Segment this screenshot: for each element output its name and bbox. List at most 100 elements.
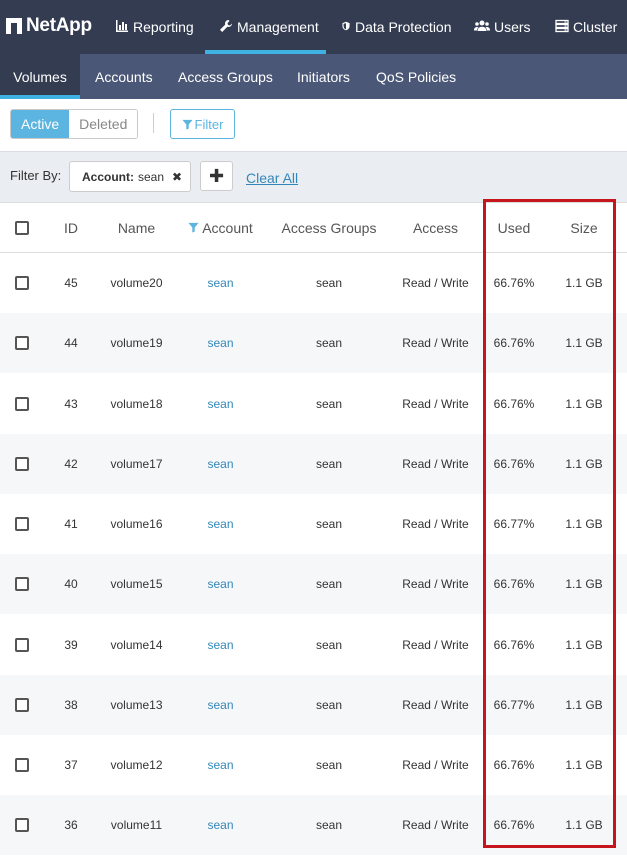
access-groups-value: sean [315, 336, 343, 350]
row-checkbox[interactable] [15, 758, 29, 772]
volume-name: volume19 [110, 336, 163, 350]
sub-nav-access-groups[interactable]: Access Groups [178, 54, 273, 99]
top-nav-data-protection[interactable]: Data Protection [341, 0, 452, 54]
column-header-access[interactable]: Access [392, 203, 479, 252]
volume-name: volume20 [110, 276, 163, 290]
table-row[interactable]: 37 volume12 sean sean Read / Write 66.76… [0, 735, 627, 795]
column-header-access-groups[interactable]: Access Groups [266, 203, 392, 252]
access-groups-value: sean [315, 276, 343, 290]
account-link[interactable]: sean [175, 253, 266, 313]
table-row[interactable]: 41 volume16 sean sean Read / Write 66.77… [0, 494, 627, 554]
row-select-cell [0, 494, 44, 554]
row-checkbox[interactable] [15, 276, 29, 290]
account-link[interactable]: sean [175, 735, 266, 795]
active-button[interactable]: Active [11, 110, 70, 138]
account-link[interactable]: sean [175, 615, 266, 675]
top-nav-users[interactable]: Users [474, 0, 531, 54]
column-header-label: ID [64, 219, 78, 236]
volume-id: 36 [64, 818, 78, 832]
table-row[interactable]: 42 volume17 sean sean Read / Write 66.76… [0, 434, 627, 494]
table-row[interactable]: 38 volume13 sean sean Read / Write 66.77… [0, 675, 627, 735]
add-filter-button[interactable]: ✚ [200, 161, 233, 191]
top-nav-management[interactable]: Management [205, 0, 326, 54]
row-checkbox[interactable] [15, 818, 29, 832]
volume-id: 41 [64, 517, 78, 531]
sub-nav-label: Accounts [95, 68, 153, 85]
toolbar-divider [153, 113, 154, 133]
volume-id: 39 [64, 638, 78, 652]
users-icon [474, 19, 490, 36]
row-checkbox[interactable] [15, 457, 29, 471]
table-row[interactable]: 44 volume19 sean sean Read / Write 66.76… [0, 313, 627, 373]
top-nav-reporting[interactable]: Reporting [115, 0, 194, 54]
sub-nav-label: Initiators [297, 68, 350, 85]
size-value: 1.1 GB [565, 758, 603, 772]
used-value: 66.76% [493, 638, 535, 652]
remove-chip-icon[interactable]: ✖ [172, 170, 182, 184]
size-value: 1.1 GB [565, 276, 603, 290]
access-value: Read / Write [402, 336, 469, 350]
volume-id: 40 [64, 577, 78, 591]
top-nav-label: Users [494, 19, 531, 35]
sub-nav-qos-policies[interactable]: QoS Policies [376, 54, 456, 99]
account-link[interactable]: sean [175, 675, 266, 735]
column-header-account[interactable]: Account [175, 203, 266, 252]
size-value: 1.1 GB [565, 638, 603, 652]
sub-nav-accounts[interactable]: Accounts [95, 54, 153, 99]
row-checkbox[interactable] [15, 336, 29, 350]
top-nav-cluster[interactable]: Cluster [555, 0, 617, 54]
volume-id: 45 [64, 276, 78, 290]
account-link[interactable]: sean [175, 374, 266, 434]
table-row[interactable]: 39 volume14 sean sean Read / Write 66.76… [0, 615, 627, 675]
column-header-id[interactable]: ID [44, 203, 98, 252]
netapp-logo-icon [6, 18, 22, 34]
row-checkbox[interactable] [15, 638, 29, 652]
table-row[interactable]: 36 volume11 sean sean Read / Write 66.76… [0, 795, 627, 855]
used-value: 66.76% [493, 276, 535, 290]
table-row[interactable]: 40 volume15 sean sean Read / Write 66.76… [0, 554, 627, 614]
bar-chart-icon [115, 19, 129, 36]
column-header-label: Account [202, 219, 253, 236]
access-groups-value: sean [315, 638, 343, 652]
select-all-checkbox[interactable] [15, 220, 29, 235]
sub-nav-volumes[interactable]: Volumes [0, 54, 80, 99]
column-header-label: Access Groups [281, 219, 377, 236]
access-groups-value: sean [315, 517, 343, 531]
access-groups-value: sean [315, 698, 343, 712]
column-header-name[interactable]: Name [98, 203, 175, 252]
volume-name: volume12 [110, 758, 163, 772]
table-header: ID Name Account Access Groups Access Use… [0, 202, 627, 253]
account-link[interactable]: sean [175, 494, 266, 554]
table-row[interactable]: 45 volume20 sean sean Read / Write 66.76… [0, 253, 627, 313]
column-header-size[interactable]: Size [549, 203, 619, 252]
sub-nav-initiators[interactable]: Initiators [297, 54, 350, 99]
table-row[interactable]: 43 volume18 sean sean Read / Write 66.76… [0, 374, 627, 434]
row-select-cell [0, 735, 44, 795]
row-checkbox[interactable] [15, 698, 29, 712]
column-header-label: Used [497, 219, 531, 236]
row-checkbox[interactable] [15, 397, 29, 411]
size-value: 1.1 GB [565, 397, 603, 411]
account-link[interactable]: sean [175, 434, 266, 494]
size-value: 1.1 GB [565, 336, 603, 350]
access-value: Read / Write [402, 457, 469, 471]
column-header-label: Size [570, 219, 598, 236]
clear-all-link[interactable]: Clear All [246, 170, 298, 186]
top-nav-label: Data Protection [355, 19, 452, 35]
row-checkbox[interactable] [15, 517, 29, 531]
account-link[interactable]: sean [175, 795, 266, 855]
column-header-label: Access [412, 219, 459, 236]
row-checkbox[interactable] [15, 577, 29, 591]
row-select-cell [0, 313, 44, 373]
account-link[interactable]: sean [175, 313, 266, 373]
row-select-cell [0, 675, 44, 735]
filter-button[interactable]: Filter [170, 109, 235, 139]
select-all-cell [0, 203, 44, 252]
deleted-button[interactable]: Deleted [69, 110, 138, 138]
filter-bar: Filter By: Account: sean ✖ ✚ Clear All [0, 151, 627, 202]
column-header-used[interactable]: Used [479, 203, 549, 252]
account-link[interactable]: sean [175, 554, 266, 614]
netapp-logo[interactable]: NetApp [6, 14, 92, 38]
access-value: Read / Write [402, 758, 469, 772]
filter-button-label: Filter [194, 116, 224, 132]
